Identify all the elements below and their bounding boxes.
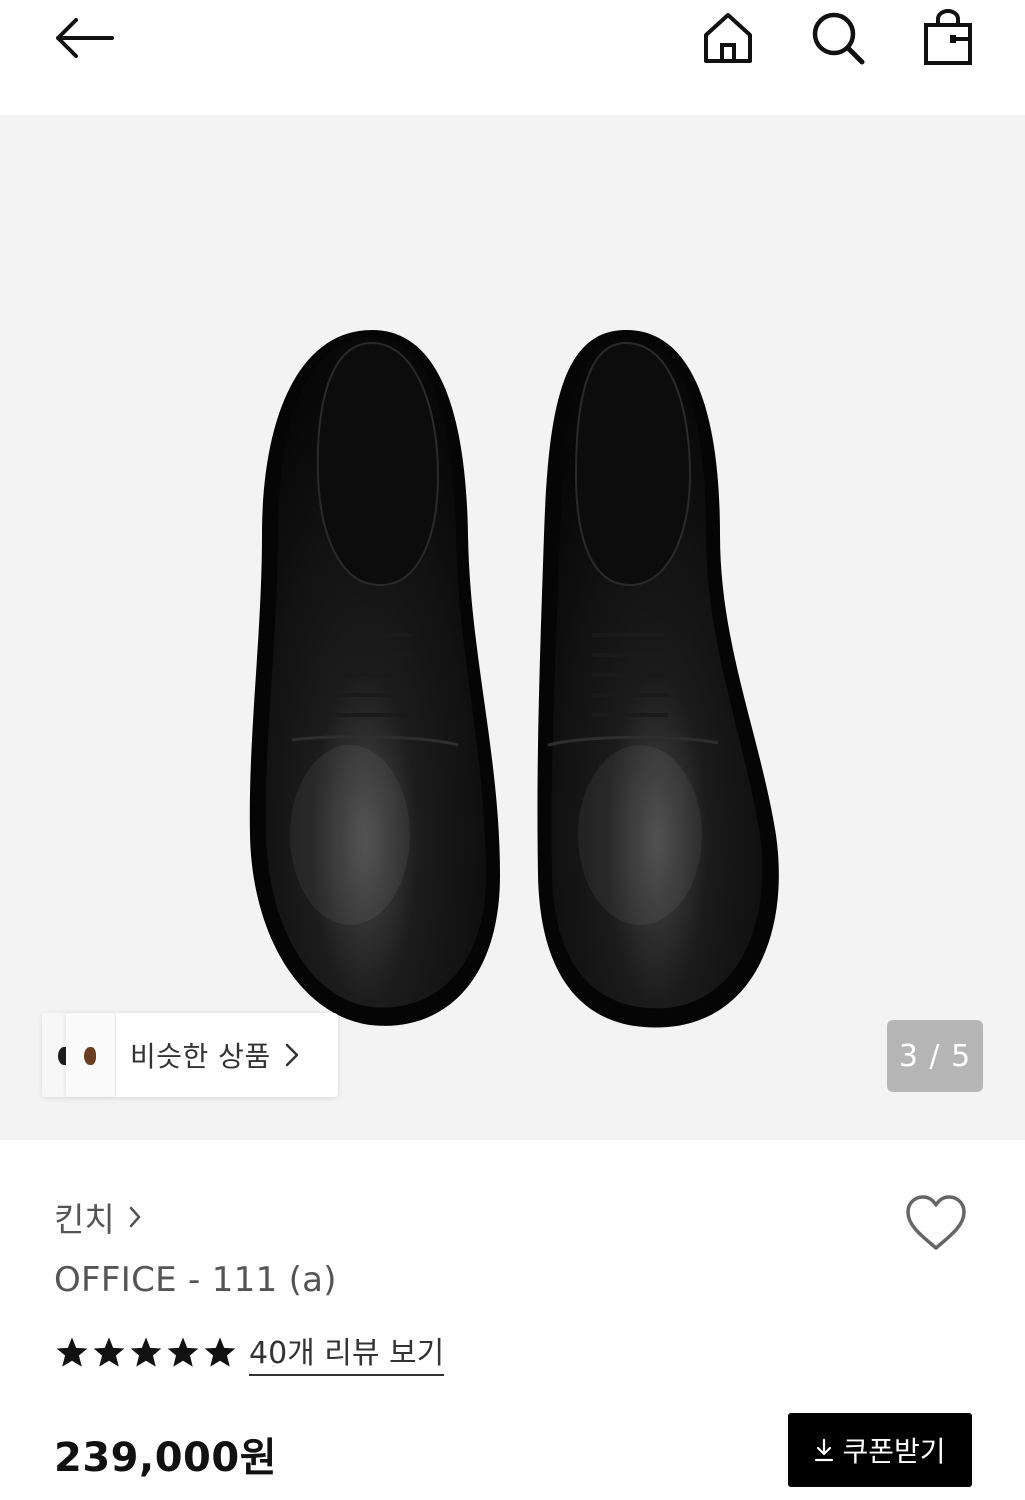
product-price: 239,000원: [54, 1435, 277, 1481]
similar-products-button[interactable]: 비슷한 상품: [42, 1013, 338, 1097]
star-icon: [91, 1335, 126, 1369]
product-title: OFFICE - 111 (a): [54, 1260, 337, 1300]
wishlist-button[interactable]: [900, 1190, 972, 1256]
back-button[interactable]: [48, 10, 120, 66]
star-icon: [202, 1335, 237, 1369]
rating-row: 40개 리뷰 보기: [54, 1328, 445, 1376]
download-icon: [814, 1438, 834, 1462]
reviews-link[interactable]: 40개 리뷰 보기: [249, 1328, 445, 1376]
shopping-bag-icon: [924, 9, 972, 65]
star-icon: [165, 1335, 200, 1369]
star-rating: [54, 1335, 237, 1369]
cart-button[interactable]: [918, 6, 978, 68]
brand-link[interactable]: 킨치: [54, 1193, 141, 1241]
top-nav-bar: [0, 0, 1025, 115]
home-button[interactable]: [698, 8, 758, 68]
image-page-counter: 3 / 5: [887, 1020, 983, 1092]
heart-icon: [906, 1195, 966, 1250]
chevron-right-icon: [285, 1043, 299, 1067]
similar-product-thumbnail: [66, 1013, 116, 1097]
product-image: [249, 330, 779, 1028]
star-icon: [128, 1335, 163, 1369]
similar-products-thumbnails: [42, 1013, 116, 1097]
chevron-right-icon: [129, 1206, 141, 1228]
brand-name: 킨치: [54, 1200, 115, 1239]
get-coupon-button[interactable]: 쿠폰받기: [788, 1413, 972, 1487]
search-icon: [812, 12, 865, 65]
get-coupon-label: 쿠폰받기: [842, 1435, 946, 1468]
product-image-gallery[interactable]: 비슷한 상품 3 / 5: [0, 115, 1025, 1140]
star-icon: [54, 1335, 89, 1369]
home-icon: [704, 13, 752, 63]
search-button[interactable]: [806, 8, 870, 68]
similar-products-label: 비슷한 상품: [130, 1040, 271, 1073]
arrow-left-icon: [56, 18, 114, 58]
